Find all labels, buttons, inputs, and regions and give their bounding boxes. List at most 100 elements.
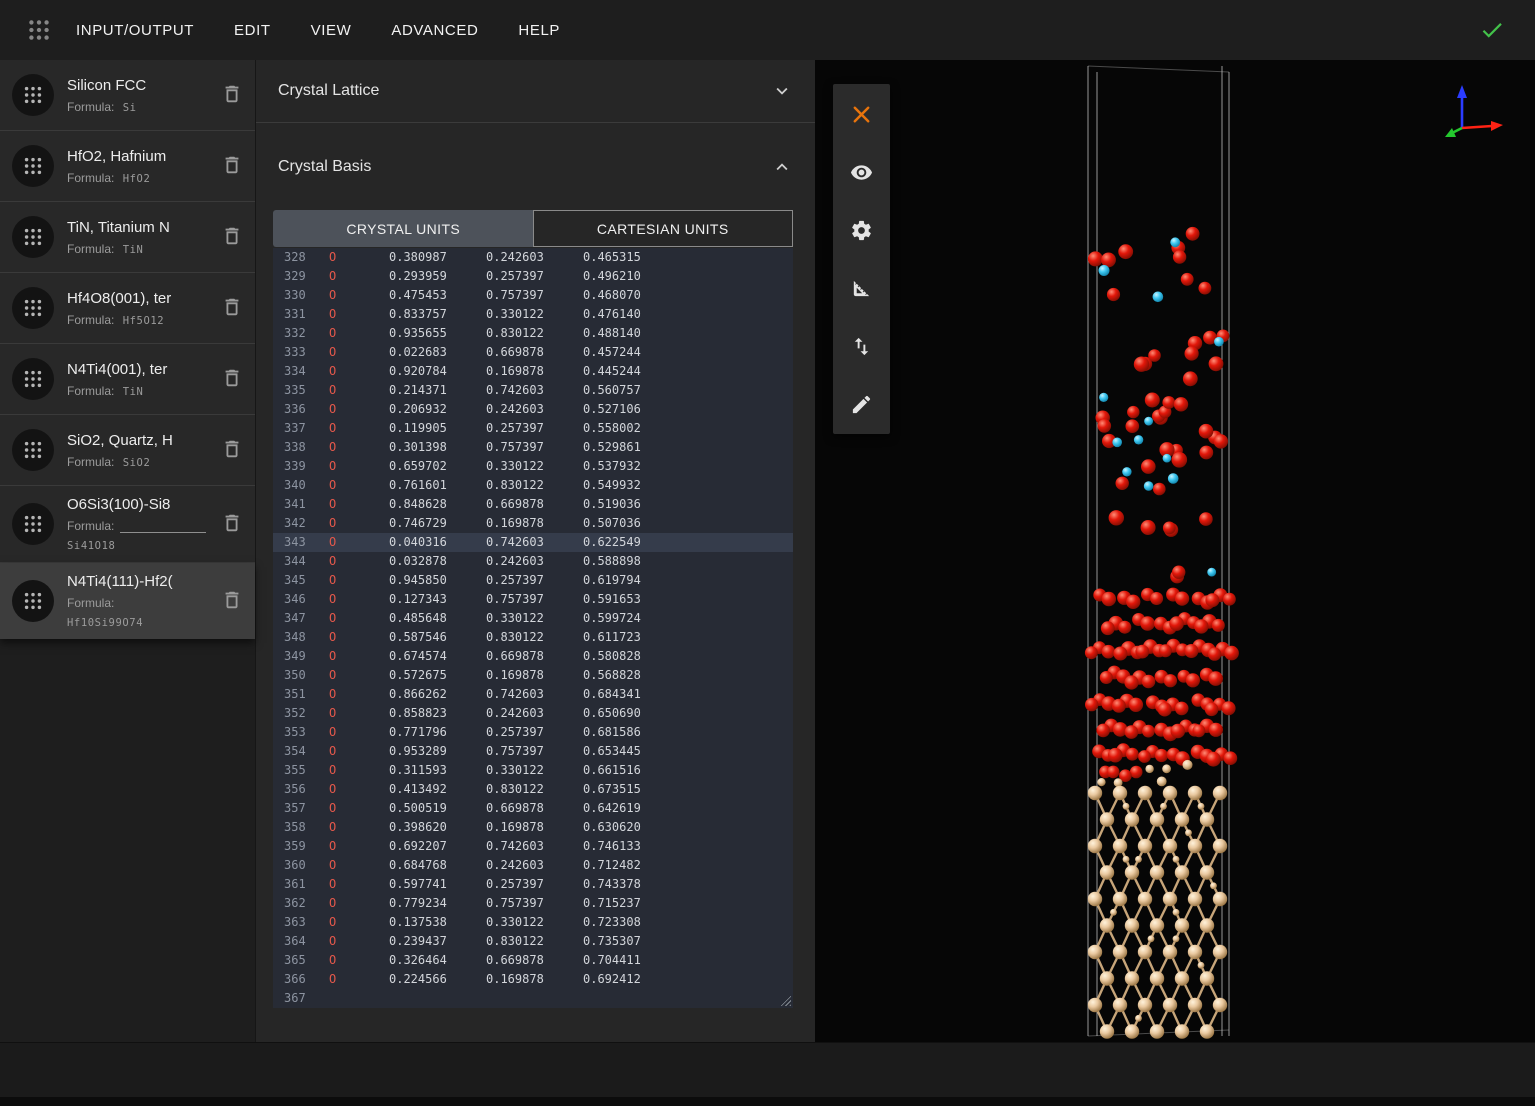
basis-row[interactable]: 362 O 0.779234 0.757397 0.715237 <box>273 894 793 913</box>
coord-z: 0.619794 <box>583 571 680 590</box>
line-number: 347 <box>273 609 329 628</box>
material-text: N4Ti4(001), ter Formula: TiN <box>67 361 215 398</box>
material-list-item[interactable]: TiN, Titanium N Formula: TiN <box>0 202 255 273</box>
material-formula: Formula: Hf10Si99O74 <box>67 596 215 629</box>
menu-item[interactable]: INPUT/OUTPUT <box>76 22 194 39</box>
visibility-icon[interactable] <box>833 143 890 201</box>
axes-gizmo[interactable] <box>1437 80 1507 152</box>
formula-value: Si <box>123 102 137 114</box>
coord-y: 0.330122 <box>486 609 583 628</box>
element-symbol: O <box>329 286 389 305</box>
menu-item[interactable]: ADVANCED <box>391 22 478 39</box>
basis-row[interactable]: 365 O 0.326464 0.669878 0.704411 <box>273 951 793 970</box>
coord-x: 0.848628 <box>389 495 486 514</box>
basis-row[interactable]: 341 O 0.848628 0.669878 0.519036 <box>273 495 793 514</box>
basis-row[interactable]: 356 O 0.413492 0.830122 0.673515 <box>273 780 793 799</box>
basis-row[interactable]: 344 O 0.032878 0.242603 0.588898 <box>273 552 793 571</box>
material-icon <box>12 216 54 258</box>
element-symbol: O <box>329 457 389 476</box>
material-formula: Formula: Si <box>67 100 215 114</box>
material-list-item[interactable]: O6Si3(100)-Si8 Formula: Si41O18 <box>0 486 255 563</box>
units-tab[interactable]: CARTESIAN UNITS <box>533 210 794 247</box>
apply-check-icon[interactable] <box>1479 17 1505 43</box>
delete-material-button[interactable] <box>221 512 245 536</box>
basis-row[interactable]: 336 O 0.206932 0.242603 0.527106 <box>273 400 793 419</box>
basis-row[interactable]: 352 O 0.858823 0.242603 0.650690 <box>273 704 793 723</box>
delete-material-button[interactable] <box>221 589 245 613</box>
element-symbol: O <box>329 628 389 647</box>
basis-row[interactable]: 353 O 0.771796 0.257397 0.681586 <box>273 723 793 742</box>
settings-gear-icon[interactable] <box>833 201 890 259</box>
basis-row[interactable]: 361 O 0.597741 0.257397 0.743378 <box>273 875 793 894</box>
basis-row[interactable]: 332 O 0.935655 0.830122 0.488140 <box>273 324 793 343</box>
chevron-up-icon[interactable] <box>771 156 793 178</box>
basis-row[interactable]: 357 O 0.500519 0.669878 0.642619 <box>273 799 793 818</box>
delete-material-button[interactable] <box>221 296 245 320</box>
coord-y: 0.330122 <box>486 305 583 324</box>
material-list-item[interactable]: SiO2, Quartz, H Formula: SiO2 <box>0 415 255 486</box>
basis-row[interactable]: 366 O 0.224566 0.169878 0.692412 <box>273 970 793 989</box>
basis-row[interactable]: 363 O 0.137538 0.330122 0.723308 <box>273 913 793 932</box>
delete-material-button[interactable] <box>221 154 245 178</box>
close-icon[interactable] <box>833 85 890 143</box>
basis-row[interactable]: 329 O 0.293959 0.257397 0.496210 <box>273 267 793 286</box>
element-symbol: O <box>329 818 389 837</box>
basis-row[interactable]: 346 O 0.127343 0.757397 0.591653 <box>273 590 793 609</box>
menu-item[interactable]: HELP <box>518 22 560 39</box>
basis-row[interactable]: 364 O 0.239437 0.830122 0.735307 <box>273 932 793 951</box>
basis-row[interactable]: 334 O 0.920784 0.169878 0.445244 <box>273 362 793 381</box>
material-list-item[interactable]: N4Ti4(111)-Hf2( Formula: Hf10Si99O74 <box>0 563 255 639</box>
viewport-3d[interactable] <box>815 60 1535 1042</box>
basis-row[interactable]: 333 O 0.022683 0.669878 0.457244 <box>273 343 793 362</box>
measure-icon[interactable] <box>833 259 890 317</box>
basis-row[interactable]: 347 O 0.485648 0.330122 0.599724 <box>273 609 793 628</box>
material-list-item[interactable]: HfO2, Hafnium Formula: HfO2 <box>0 131 255 202</box>
basis-row[interactable]: 338 O 0.301398 0.757397 0.529861 <box>273 438 793 457</box>
basis-row[interactable]: 337 O 0.119905 0.257397 0.558002 <box>273 419 793 438</box>
basis-coordinates-editor[interactable]: 328 O 0.380987 0.242603 0.465315 329 O 0… <box>273 248 793 1008</box>
basis-row[interactable]: 367 <box>273 989 793 1008</box>
line-number: 336 <box>273 400 329 419</box>
edit-pencil-icon[interactable] <box>833 375 890 433</box>
basis-row[interactable]: 359 O 0.692207 0.742603 0.746133 <box>273 837 793 856</box>
basis-row[interactable]: 345 O 0.945850 0.257397 0.619794 <box>273 571 793 590</box>
basis-row[interactable]: 342 O 0.746729 0.169878 0.507036 <box>273 514 793 533</box>
basis-row[interactable]: 335 O 0.214371 0.742603 0.560757 <box>273 381 793 400</box>
basis-row[interactable]: 348 O 0.587546 0.830122 0.611723 <box>273 628 793 647</box>
chevron-down-icon[interactable] <box>771 80 793 102</box>
material-list-item[interactable]: Silicon FCC Formula: Si <box>0 60 255 131</box>
basis-row[interactable]: 328 O 0.380987 0.242603 0.465315 <box>273 248 793 267</box>
coord-y: 0.257397 <box>486 267 583 286</box>
units-tab[interactable]: CRYSTAL UNITS <box>273 210 533 247</box>
material-formula: Formula: TiN <box>67 242 215 256</box>
basis-row[interactable]: 340 O 0.761601 0.830122 0.549932 <box>273 476 793 495</box>
material-list-item[interactable]: Hf4O8(001), ter Formula: Hf5O12 <box>0 273 255 344</box>
basis-row[interactable]: 355 O 0.311593 0.330122 0.661516 <box>273 761 793 780</box>
material-list-item[interactable]: N4Ti4(001), ter Formula: TiN <box>0 344 255 415</box>
basis-row[interactable]: 350 O 0.572675 0.169878 0.568828 <box>273 666 793 685</box>
basis-row[interactable]: 351 O 0.866262 0.742603 0.684341 <box>273 685 793 704</box>
delete-material-button[interactable] <box>221 367 245 391</box>
coord-x: 0.206932 <box>389 400 486 419</box>
basis-row[interactable]: 349 O 0.674574 0.669878 0.580828 <box>273 647 793 666</box>
basis-row[interactable]: 360 O 0.684768 0.242603 0.712482 <box>273 856 793 875</box>
delete-material-button[interactable] <box>221 225 245 249</box>
basis-row[interactable]: 354 O 0.953289 0.757397 0.653445 <box>273 742 793 761</box>
basis-row[interactable]: 339 O 0.659702 0.330122 0.537932 <box>273 457 793 476</box>
element-symbol: O <box>329 647 389 666</box>
line-number: 355 <box>273 761 329 780</box>
basis-row[interactable]: 331 O 0.833757 0.330122 0.476140 <box>273 305 793 324</box>
swap-axes-icon[interactable] <box>833 317 890 375</box>
delete-material-button[interactable] <box>221 83 245 107</box>
basis-row[interactable]: 343 O 0.040316 0.742603 0.622549 <box>273 533 793 552</box>
menu-item[interactable]: EDIT <box>234 22 271 39</box>
app-logo-icon[interactable] <box>26 17 52 43</box>
formula-value: SiO2 <box>123 457 151 469</box>
crystal-lattice-section[interactable]: Crystal Lattice <box>256 60 815 123</box>
coord-y: 0.257397 <box>486 723 583 742</box>
basis-row[interactable]: 330 O 0.475453 0.757397 0.468070 <box>273 286 793 305</box>
basis-row[interactable]: 358 O 0.398620 0.169878 0.630620 <box>273 818 793 837</box>
crystal-basis-section[interactable]: Crystal Basis <box>256 123 815 210</box>
delete-material-button[interactable] <box>221 438 245 462</box>
menu-item[interactable]: VIEW <box>311 22 352 39</box>
